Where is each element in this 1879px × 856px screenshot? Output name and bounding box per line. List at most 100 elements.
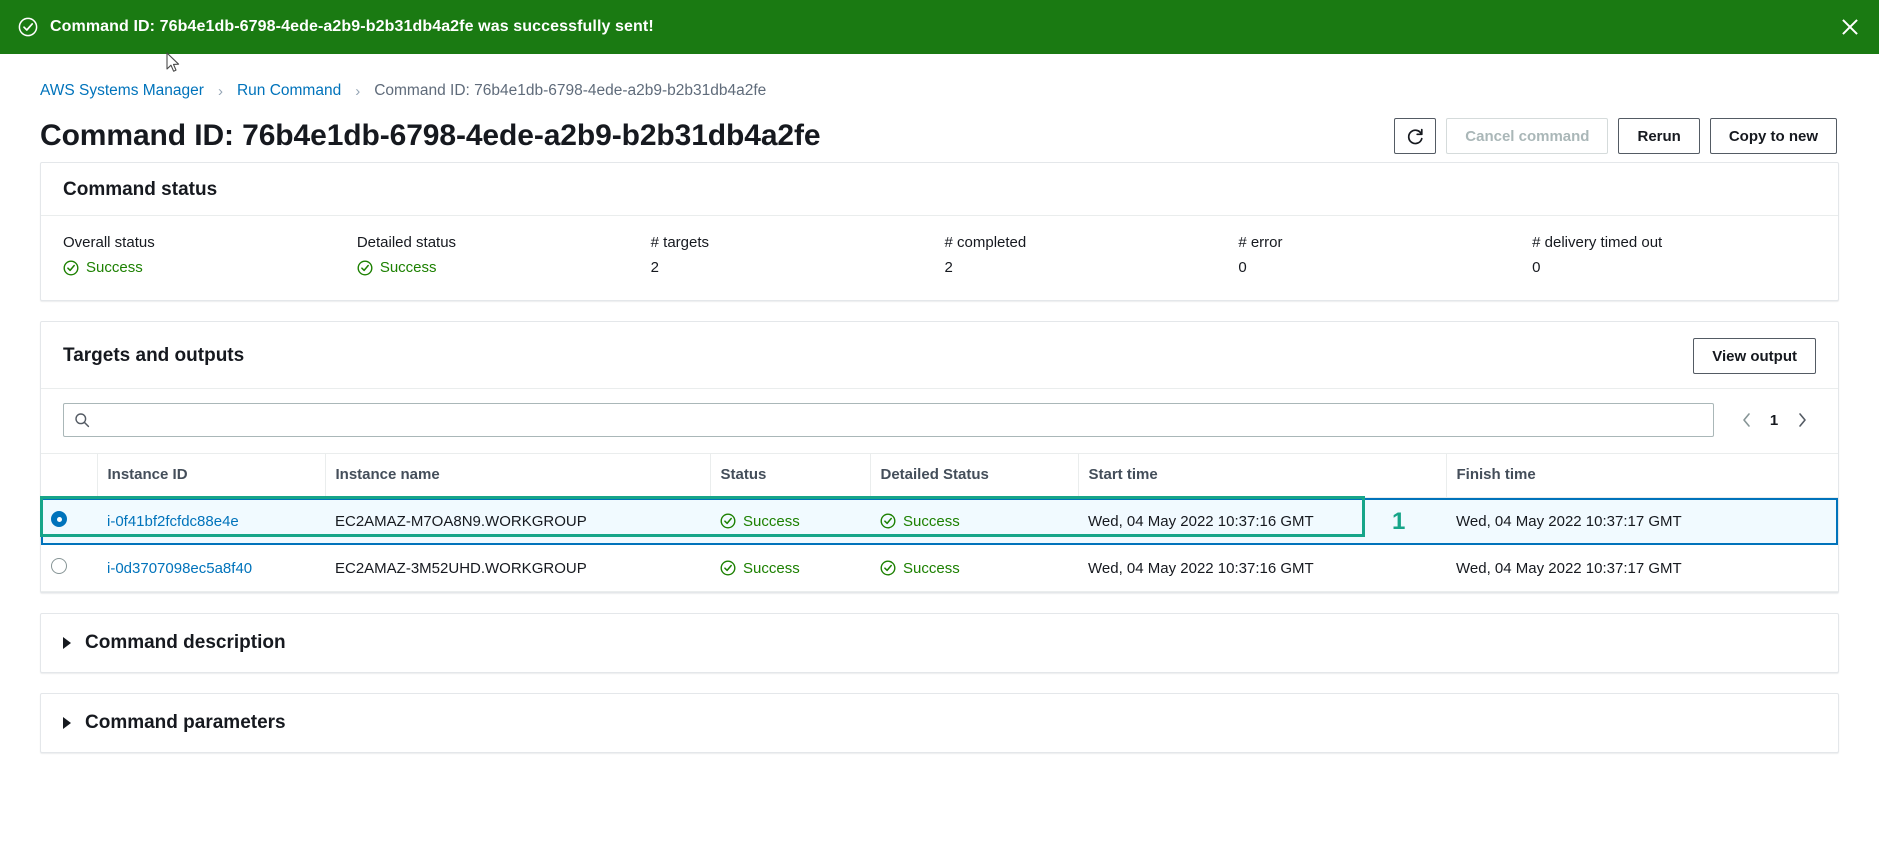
status-label: # targets <box>650 234 710 251</box>
cell-instance-id: i-0d3707098ec5a8f40 <box>97 544 325 592</box>
caret-right-icon <box>63 717 71 729</box>
cell-instance-id: i-0f41bf2fcfdc88e4e <box>97 497 325 545</box>
cell-start-time: Wed, 04 May 2022 10:37:16 GMT <box>1078 544 1446 592</box>
detailed-status-badge: Success <box>880 513 1068 530</box>
breadcrumb-item-run-command[interactable]: Run Command <box>237 82 341 100</box>
check-circle-icon <box>880 513 896 529</box>
check-circle-icon <box>63 259 79 276</box>
table-header: Instance ID Instance name Status Detaile… <box>41 453 1838 498</box>
status-text: Success <box>743 512 800 530</box>
refresh-button[interactable] <box>1394 118 1437 154</box>
caret-right-icon <box>63 637 71 649</box>
page-content: AWS Systems Manager › Run Command › Comm… <box>0 54 1879 856</box>
rerun-button[interactable]: Rerun <box>1618 118 1700 154</box>
cell-instance-name: EC2AMAZ-M7OA8N9.WORKGROUP <box>325 497 710 545</box>
command-parameters-section[interactable]: Command parameters <box>40 693 1839 753</box>
command-description-title: Command description <box>85 632 286 653</box>
status-badge: Success <box>357 259 641 276</box>
cell-detailed-status: Success <box>870 544 1078 592</box>
targets-title: Targets and outputs <box>63 345 245 366</box>
command-status-title: Command status <box>63 179 218 200</box>
row-radio[interactable] <box>51 558 67 574</box>
table-body: i-0f41bf2fcfdc88e4e EC2AMAZ-M7OA8N9.WORK… <box>41 497 1838 592</box>
status-label: # delivery timed out <box>1532 234 1663 251</box>
chevron-left-icon[interactable] <box>1732 406 1760 434</box>
flash-message: Command ID: 76b4e1db-6798-4ede-a2b9-b2b3… <box>50 18 654 35</box>
page-title: Command ID: 76b4e1db-6798-4ede-a2b9-b2b3… <box>40 119 821 152</box>
cell-start-time: Wed, 04 May 2022 10:37:16 GMT <box>1078 497 1446 545</box>
status-field-completed: # completed 2 <box>945 234 1229 276</box>
command-parameters-title: Command parameters <box>85 712 286 733</box>
status-badge: Success <box>63 259 347 276</box>
breadcrumb-item-aws-systems-manager[interactable]: AWS Systems Manager <box>40 82 204 100</box>
breadcrumb: AWS Systems Manager › Run Command › Comm… <box>0 54 1879 102</box>
command-description-section[interactable]: Command description <box>40 613 1839 673</box>
check-circle-icon <box>18 17 38 37</box>
column-header-status[interactable]: Status <box>709 453 870 498</box>
status-field-targets: # targets 2 <box>651 234 935 276</box>
status-label: # error <box>1238 234 1283 251</box>
view-output-button[interactable]: View output <box>1693 338 1816 374</box>
check-circle-icon <box>880 560 896 576</box>
breadcrumb-separator-icon: › <box>217 82 223 100</box>
status-text: Success <box>743 559 800 577</box>
column-header-start-time[interactable]: Start time <box>1077 453 1446 498</box>
detailed-status-text: Success <box>903 512 960 530</box>
check-circle-icon <box>720 513 736 529</box>
instance-id-link[interactable]: i-0d3707098ec5a8f40 <box>107 560 252 577</box>
instance-id-link[interactable]: i-0f41bf2fcfdc88e4e <box>107 513 239 530</box>
check-circle-icon <box>720 560 736 576</box>
row-select-cell[interactable] <box>41 544 97 592</box>
close-icon[interactable] <box>1839 16 1861 38</box>
table-header-row: Instance ID Instance name Status Detaile… <box>41 453 1838 498</box>
status-badge: Success <box>720 560 860 577</box>
cell-status: Success <box>710 544 870 592</box>
page-header: Command ID: 76b4e1db-6798-4ede-a2b9-b2b3… <box>0 102 1879 162</box>
status-value-text: Success <box>86 259 143 276</box>
row-radio-selected[interactable] <box>51 511 67 527</box>
chevron-right-icon[interactable] <box>1788 406 1816 434</box>
detailed-status-text: Success <box>903 559 960 577</box>
column-header-detailed-status[interactable]: Detailed Status <box>869 453 1078 498</box>
search-input[interactable] <box>98 404 1703 436</box>
header-actions: Cancel command Rerun Copy to new <box>1394 118 1837 154</box>
column-header-finish-time[interactable]: Finish time <box>1445 453 1838 498</box>
status-field-error: # error 0 <box>1238 234 1522 276</box>
column-header-instance-name[interactable]: Instance name <box>324 453 710 498</box>
table-row[interactable]: i-0f41bf2fcfdc88e4e EC2AMAZ-M7OA8N9.WORK… <box>41 497 1838 545</box>
status-value-text: 0 <box>1238 259 1247 276</box>
pagination-page-1[interactable]: 1 <box>1762 412 1786 429</box>
column-header-select <box>41 453 97 498</box>
status-value-text: 0 <box>1532 259 1541 276</box>
status-label: Overall status <box>63 234 155 251</box>
command-status-grid: Overall status Success Detailed status S… <box>41 216 1838 300</box>
check-circle-icon <box>357 259 373 276</box>
breadcrumb-item-current: Command ID: 76b4e1db-6798-4ede-a2b9-b2b3… <box>374 82 767 99</box>
refresh-icon <box>1406 127 1425 146</box>
view-output-action: View output <box>1693 338 1816 374</box>
status-field-delivery-timed-out: # delivery timed out 0 <box>1532 234 1816 276</box>
search-icon <box>74 412 90 428</box>
cancel-command-button[interactable]: Cancel command <box>1446 118 1609 154</box>
pagination: 1 <box>1732 406 1816 434</box>
status-field-overall-status: Overall status Success <box>63 234 347 276</box>
cell-finish-time: Wed, 04 May 2022 10:37:17 GMT <box>1446 544 1838 592</box>
row-select-cell[interactable] <box>41 497 97 545</box>
status-value-text: 2 <box>650 259 659 276</box>
status-field-detailed-status: Detailed status Success <box>357 234 641 276</box>
cell-detailed-status: Success <box>870 497 1078 545</box>
search-box[interactable] <box>63 403 1714 437</box>
command-status-card: Command status Overall status Success De… <box>40 162 1839 301</box>
success-flash-banner: Command ID: 76b4e1db-6798-4ede-a2b9-b2b3… <box>0 0 1879 54</box>
copy-to-new-button[interactable]: Copy to new <box>1709 118 1837 154</box>
column-header-instance-id[interactable]: Instance ID <box>96 453 325 498</box>
cell-status: Success <box>710 497 870 545</box>
command-status-header: Command status <box>41 163 1838 216</box>
cell-finish-time: Wed, 04 May 2022 10:37:17 GMT <box>1446 497 1838 545</box>
targets-and-outputs-card: Targets and outputs View output 1 Instan… <box>40 321 1839 593</box>
breadcrumb-separator-icon: › <box>355 82 361 100</box>
targets-header: Targets and outputs View output <box>41 322 1838 389</box>
targets-table: Instance ID Instance name Status Detaile… <box>41 453 1838 592</box>
table-row[interactable]: i-0d3707098ec5a8f40 EC2AMAZ-3M52UHD.WORK… <box>41 544 1838 592</box>
status-label: Detailed status <box>356 234 457 251</box>
